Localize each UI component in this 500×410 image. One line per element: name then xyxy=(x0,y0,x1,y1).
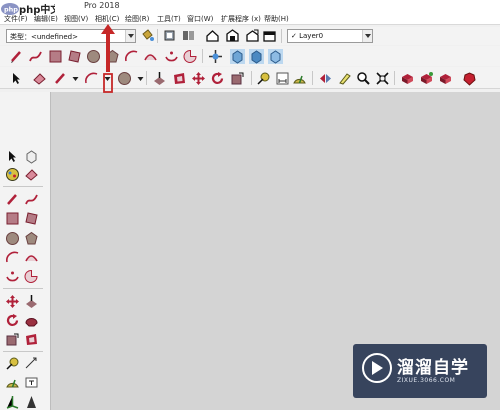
material-combo-label: 类型：<undefined> xyxy=(10,33,78,41)
3d-text-icon[interactable] xyxy=(24,394,39,409)
chevron-down-icon[interactable] xyxy=(68,71,79,86)
front-view-icon[interactable] xyxy=(230,49,245,64)
chevron-down-icon[interactable] xyxy=(125,30,135,42)
protractor-icon[interactable] xyxy=(292,71,307,86)
component-icon[interactable] xyxy=(162,28,177,43)
push-pull-icon[interactable] xyxy=(152,71,167,86)
push-pull-icon[interactable] xyxy=(24,294,39,309)
svg-text:php: php xyxy=(4,6,18,14)
pencil-icon[interactable] xyxy=(9,49,24,64)
line-tool-icon[interactable] xyxy=(53,71,68,86)
polygon-icon[interactable] xyxy=(24,231,39,246)
axes-icon[interactable] xyxy=(5,394,20,409)
group-icon[interactable] xyxy=(181,28,196,43)
extension-warehouse-icon[interactable] xyxy=(262,28,277,43)
rectangle-icon[interactable] xyxy=(5,211,20,226)
tape-measure-icon[interactable] xyxy=(5,356,20,371)
watermark-logo-text: php中文网 xyxy=(19,3,55,16)
window-title: Pro 2018 xyxy=(84,1,120,10)
warehouse-icon[interactable] xyxy=(225,28,240,43)
orbit-move-icon[interactable] xyxy=(208,49,223,64)
share-component-icon[interactable] xyxy=(419,71,434,86)
watermark-subtitle: ZIXUE.3066.COM xyxy=(397,377,456,384)
pie-icon[interactable] xyxy=(183,49,198,64)
three-point-arc-icon[interactable] xyxy=(5,269,20,284)
offset-icon[interactable] xyxy=(24,332,39,347)
extension-icon[interactable] xyxy=(438,71,453,86)
menu-extensions[interactable]: 扩展程序 (x) xyxy=(221,14,261,24)
follow-me-icon[interactable] xyxy=(24,313,39,328)
make-component-icon[interactable] xyxy=(24,149,39,164)
menu-help[interactable]: 帮助(H) xyxy=(264,14,289,24)
annotation-arrow-icon xyxy=(101,24,115,93)
text-tool-icon[interactable] xyxy=(24,375,39,390)
menu-window[interactable]: 窗口(W) xyxy=(187,14,213,24)
check-icon: ✓ xyxy=(291,32,297,40)
toolbar-row-3 xyxy=(0,67,500,89)
zixue-watermark: 溜溜自学 ZIXUE.3066.COM xyxy=(353,344,487,398)
arc-icon[interactable] xyxy=(124,49,139,64)
two-point-arc-icon[interactable] xyxy=(24,250,39,265)
paint-bucket-icon[interactable] xyxy=(5,167,20,182)
watermark-title: 溜溜自学 xyxy=(397,358,469,378)
zoom-extents-icon[interactable] xyxy=(375,71,390,86)
chevron-down-icon[interactable] xyxy=(133,71,144,86)
dimension-icon[interactable] xyxy=(24,356,39,371)
layer-combo-label: ✓ Layer0 xyxy=(291,32,323,40)
eraser-icon[interactable] xyxy=(24,167,39,182)
three-point-arc-icon[interactable] xyxy=(164,49,179,64)
top-view-icon[interactable] xyxy=(268,49,283,64)
right-view-icon[interactable] xyxy=(249,49,264,64)
sketchup-window: Pro 2018 文件(F) 编辑(E) 视图(V) 相机(C) 绘图(R) 工… xyxy=(0,0,500,410)
share-model-icon[interactable] xyxy=(245,28,260,43)
home-icon[interactable] xyxy=(205,28,220,43)
freehand-icon[interactable] xyxy=(28,49,43,64)
rectangle-icon[interactable] xyxy=(48,49,63,64)
select-arrow-icon[interactable] xyxy=(5,149,20,164)
dimension-icon[interactable] xyxy=(275,71,290,86)
scale-icon[interactable] xyxy=(5,332,20,347)
title-bar: Pro 2018 xyxy=(0,0,500,12)
select-arrow-icon[interactable] xyxy=(9,71,24,86)
tape-measure-icon[interactable] xyxy=(256,71,271,86)
offset-icon[interactable] xyxy=(172,71,187,86)
menu-draw[interactable]: 绘图(R) xyxy=(125,14,149,24)
ruby-console-icon[interactable] xyxy=(462,71,477,86)
rotated-rectangle-icon[interactable] xyxy=(67,49,82,64)
rotate-icon[interactable] xyxy=(210,71,225,86)
move-icon[interactable] xyxy=(191,71,206,86)
play-icon xyxy=(372,361,383,375)
rotated-rectangle-icon[interactable] xyxy=(24,211,39,226)
freehand-icon[interactable] xyxy=(24,192,39,207)
menu-view[interactable]: 视图(V) xyxy=(64,14,88,24)
layer-combo[interactable]: ✓ Layer0 xyxy=(287,29,373,43)
two-point-arc-icon[interactable] xyxy=(143,49,158,64)
paint-icon[interactable] xyxy=(337,71,352,86)
php-watermark-logo: php php中文网 xyxy=(0,0,70,28)
scale-icon[interactable] xyxy=(230,71,245,86)
paint-bucket-icon[interactable] xyxy=(140,28,155,43)
menu-tools[interactable]: 工具(T) xyxy=(157,14,181,24)
warehouse-3d-icon[interactable] xyxy=(400,71,415,86)
rotate-icon[interactable] xyxy=(5,313,20,328)
toolbar-row-2 xyxy=(0,46,500,66)
move-icon[interactable] xyxy=(5,294,20,309)
arc-icon[interactable] xyxy=(5,250,20,265)
eraser-icon[interactable] xyxy=(32,71,47,86)
line-tool-icon[interactable] xyxy=(5,192,20,207)
protractor-icon[interactable] xyxy=(5,375,20,390)
section-plane-icon[interactable] xyxy=(318,71,333,86)
pie-icon[interactable] xyxy=(24,269,39,284)
layer-name: Layer0 xyxy=(299,32,324,40)
zoom-icon[interactable] xyxy=(356,71,371,86)
circle-icon[interactable] xyxy=(5,231,20,246)
menu-bar: 文件(F) 编辑(E) 视图(V) 相机(C) 绘图(R) 工具(T) 窗口(W… xyxy=(0,12,500,25)
chevron-down-icon[interactable] xyxy=(362,30,372,42)
toolbar-row-1: 类型：<undefined> ✓ Layer0 xyxy=(0,27,500,45)
